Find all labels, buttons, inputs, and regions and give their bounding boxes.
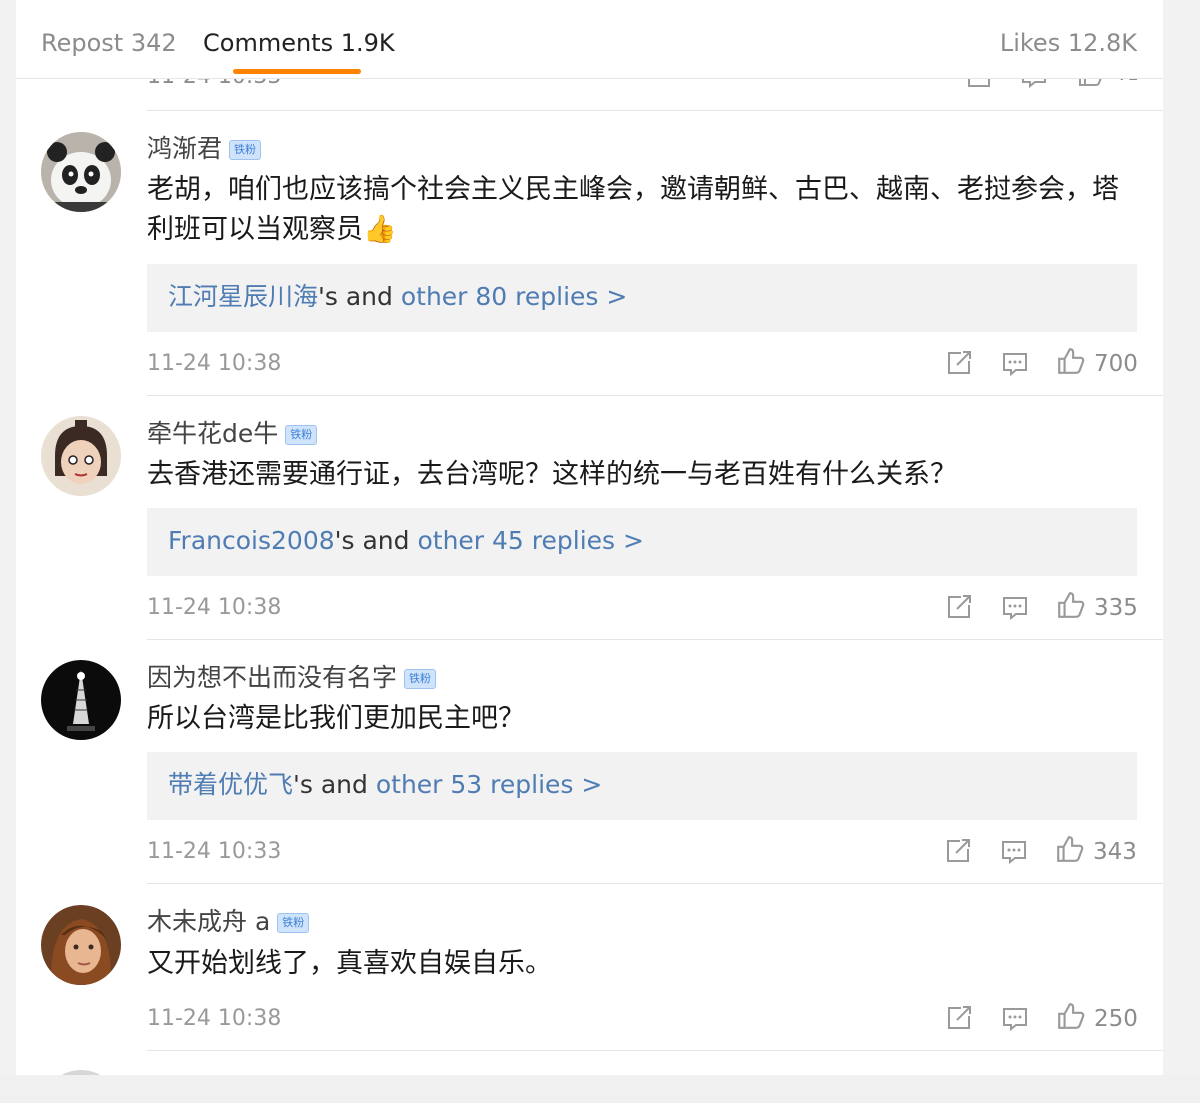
username[interactable]: 牵牛花de牛 铁粉	[147, 417, 318, 451]
tab-repost[interactable]: Repost 342	[41, 26, 177, 60]
username[interactable]: 鸿渐君 铁粉	[147, 132, 262, 166]
comment-text: 去香港还需要通行证，去台湾呢？这样的统一与老百姓有什么关系？	[147, 459, 957, 490]
comment-time: 11-24 10:33	[147, 839, 282, 864]
repost-icon[interactable]	[944, 837, 972, 869]
divider	[147, 639, 1163, 640]
like-icon[interactable]	[1055, 834, 1085, 866]
reply-mid-text: 's and	[318, 282, 401, 311]
replies-link[interactable]: Francois2008's and other 45 replies >	[168, 524, 644, 558]
comment-time: 11-24 10:38	[147, 595, 282, 620]
repost-icon[interactable]	[945, 593, 973, 625]
comment-text: 又开始划线了，真喜欢自娱自乐。	[147, 948, 552, 979]
replies-preview[interactable]: 带着优优飞's and other 53 replies >	[147, 752, 1137, 820]
reply-user[interactable]: 带着优优飞	[168, 770, 293, 799]
comment-time: 11-24 10:38	[147, 1006, 282, 1031]
like-icon[interactable]	[1056, 590, 1086, 622]
comment-time: 11-24 10:38	[147, 351, 282, 376]
more-replies-link[interactable]: other 45 replies >	[417, 526, 643, 555]
tab-bar: Repost 342 Comments 1.9K Likes 12.8K	[16, 6, 1163, 79]
tab-likes[interactable]: Likes 12.8K	[1000, 26, 1137, 60]
comments-panel: Repost 342 Comments 1.9K Likes 12.8K 11-…	[16, 0, 1163, 1075]
comment-icon[interactable]	[1001, 594, 1029, 626]
reply-mid-text: 's and	[334, 526, 418, 555]
reply-user[interactable]: Francois2008	[168, 526, 335, 555]
username[interactable]: 木未成舟 a 铁粉	[147, 905, 310, 939]
username-text[interactable]: 因为想不出而没有名字	[147, 663, 397, 692]
divider	[147, 883, 1163, 884]
username-text[interactable]: 牵牛花de牛	[147, 419, 278, 448]
avatar[interactable]	[41, 905, 121, 985]
like-count: 335	[1094, 595, 1138, 621]
like-count: 250	[1094, 1006, 1138, 1032]
like-icon[interactable]	[1056, 346, 1086, 378]
replies-preview[interactable]: 江河星辰川海's and other 80 replies >	[147, 264, 1137, 332]
comment-icon[interactable]	[1001, 350, 1029, 382]
repost-icon[interactable]	[945, 349, 973, 381]
fan-badge: 铁粉	[277, 913, 310, 933]
divider	[147, 110, 1163, 111]
like-count: 700	[1094, 351, 1138, 377]
username-text[interactable]: 木未成舟 a	[147, 907, 270, 936]
username-text[interactable]: 鸿渐君	[147, 134, 222, 163]
username[interactable]: 因为想不出而没有名字 铁粉	[147, 661, 437, 695]
repost-icon[interactable]	[945, 1004, 973, 1036]
like-icon[interactable]	[1056, 1001, 1086, 1033]
reply-user[interactable]: 江河星辰川海	[168, 282, 318, 311]
comment-text: 所以台湾是比我们更加民主吧？	[147, 703, 525, 734]
more-replies-link[interactable]: other 80 replies >	[401, 282, 627, 311]
replies-link[interactable]: 江河星辰川海's and other 80 replies >	[168, 280, 627, 314]
more-replies-link[interactable]: other 53 replies >	[376, 770, 602, 799]
replies-link[interactable]: 带着优优飞's and other 53 replies >	[168, 768, 602, 802]
fan-badge: 铁粉	[404, 669, 437, 689]
avatar[interactable]	[41, 660, 121, 740]
divider	[147, 395, 1163, 396]
fan-badge: 铁粉	[285, 425, 318, 445]
bottom-edge	[0, 1075, 1200, 1103]
comment-icon[interactable]	[1001, 1005, 1029, 1037]
fan-badge: 铁粉	[229, 140, 262, 160]
active-tab-indicator	[233, 69, 361, 74]
divider	[147, 1050, 1163, 1051]
replies-preview[interactable]: Francois2008's and other 45 replies >	[147, 508, 1137, 576]
avatar[interactable]	[41, 416, 121, 496]
comment-icon[interactable]	[1000, 838, 1028, 870]
like-count: 343	[1093, 839, 1137, 865]
tab-comments[interactable]: Comments 1.9K	[203, 26, 395, 60]
comment-text: 老胡，咱们也应该搞个社会主义民主峰会，邀请朝鲜、古巴、越南、老挝参会，塔利班可以…	[147, 174, 1119, 245]
avatar[interactable]	[41, 132, 121, 212]
reply-mid-text: 's and	[293, 770, 376, 799]
